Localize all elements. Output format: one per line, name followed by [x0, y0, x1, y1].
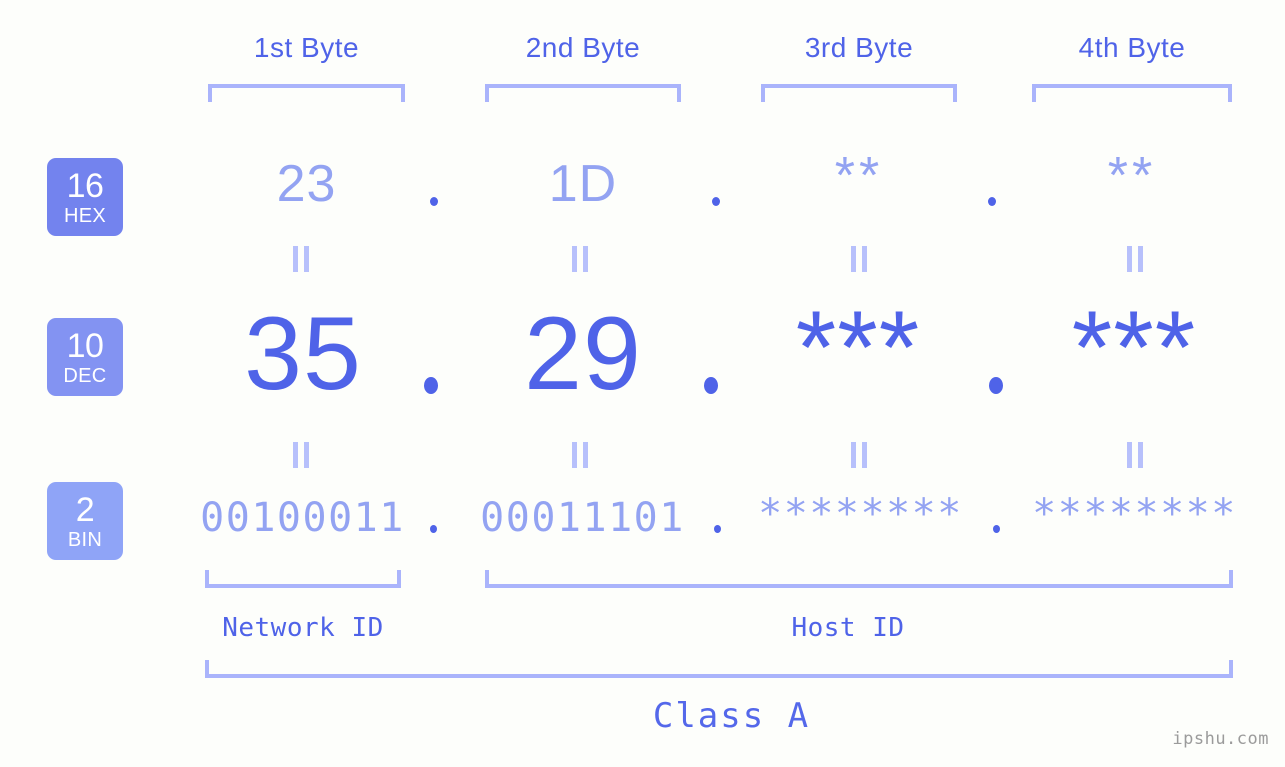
dec-byte-1: 35 [244, 296, 362, 412]
hex-byte-4: ** [1107, 147, 1157, 205]
network-id-bracket [205, 570, 401, 588]
base-badge-hex: 16 HEX [47, 158, 123, 236]
dec-separator-dot-3 [989, 377, 1003, 394]
byte-header-3: 3rd Byte [804, 32, 914, 63]
base-badge-dec-label: DEC [63, 364, 107, 387]
dec-byte-3: *** [795, 290, 921, 406]
dec-byte-2: 29 [524, 296, 642, 412]
site-watermark: ipshu.com [1172, 729, 1269, 749]
network-id-label: Network ID [222, 613, 384, 643]
equals-mark-dec-bin-3 [851, 442, 869, 468]
host-id-bracket [485, 570, 1233, 588]
bin-separator-dot-1 [430, 525, 437, 533]
base-badge-dec-number: 10 [66, 326, 104, 365]
bin-byte-4: ******** [1032, 491, 1237, 537]
hex-byte-1: 23 [276, 155, 337, 213]
base-badge-bin-label: BIN [67, 528, 103, 551]
byte-header-1: 1st Byte [253, 32, 360, 63]
bin-byte-2: 00011101 [480, 495, 685, 541]
equals-mark-dec-bin-2 [572, 442, 590, 468]
ip-byte-breakdown-diagram: 1st Byte 2nd Byte 3rd Byte 4th Byte 16 H… [0, 0, 1285, 767]
bin-byte-1: 00100011 [200, 495, 405, 541]
byte-header-2: 2nd Byte [525, 32, 641, 63]
byte-bracket-1 [208, 84, 405, 102]
byte-bracket-4 [1032, 84, 1232, 102]
dec-byte-4: *** [1071, 290, 1197, 406]
bin-separator-dot-2 [714, 525, 721, 533]
bin-separator-dot-3 [993, 525, 1000, 533]
dec-separator-dot-2 [704, 377, 718, 394]
base-badge-hex-label: HEX [63, 204, 107, 227]
hex-separator-dot-2 [712, 197, 720, 206]
byte-header-4: 4th Byte [1078, 32, 1186, 63]
hex-byte-2: 1D [548, 155, 618, 213]
equals-mark-hex-dec-2 [572, 246, 590, 272]
host-id-label: Host ID [791, 613, 905, 643]
base-badge-dec: 10 DEC [47, 318, 123, 396]
equals-mark-hex-dec-4 [1127, 246, 1145, 272]
base-badge-hex-number: 16 [66, 166, 104, 205]
byte-bracket-3 [761, 84, 957, 102]
hex-separator-dot-1 [430, 197, 438, 206]
base-badge-bin-number: 2 [75, 490, 95, 529]
equals-mark-hex-dec-3 [851, 246, 869, 272]
equals-mark-hex-dec-1 [293, 246, 311, 272]
class-bracket [205, 660, 1233, 678]
byte-bracket-2 [485, 84, 681, 102]
hex-separator-dot-3 [988, 197, 996, 206]
equals-mark-dec-bin-1 [293, 442, 311, 468]
base-badge-bin: 2 BIN [47, 482, 123, 560]
hex-byte-3: ** [834, 147, 884, 205]
class-label: Class A [652, 696, 811, 736]
equals-mark-dec-bin-4 [1127, 442, 1145, 468]
dec-separator-dot-1 [424, 377, 438, 394]
bin-byte-3: ******** [758, 491, 963, 537]
